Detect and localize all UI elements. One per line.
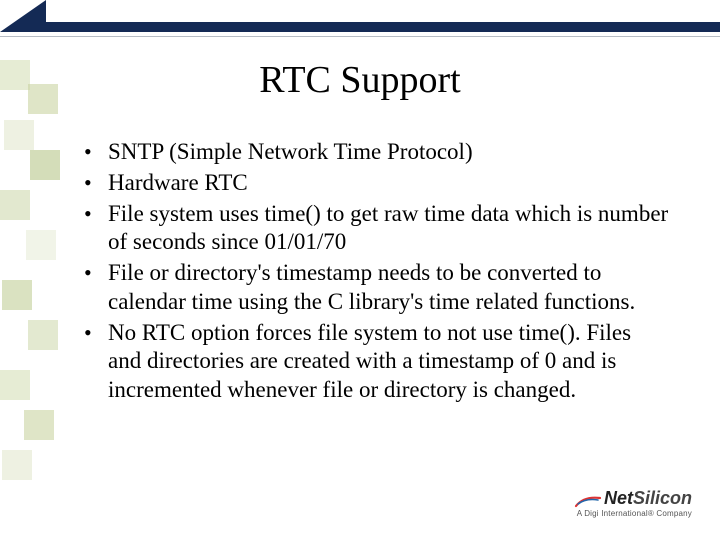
list-item: SNTP (Simple Network Time Protocol) <box>82 138 670 167</box>
slide-body: SNTP (Simple Network Time Protocol) Hard… <box>82 138 670 407</box>
header-rule <box>0 36 720 37</box>
list-item: No RTC option forces file system to not … <box>82 319 670 405</box>
brand-name: NetSilicon <box>574 488 692 509</box>
list-item: File or directory's timestamp needs to b… <box>82 259 670 317</box>
swoosh-icon <box>574 492 602 506</box>
brand-tagline: A Digi International® Company <box>574 509 692 518</box>
footer-logo: NetSilicon A Digi International® Company <box>574 488 692 518</box>
header-bar <box>36 22 720 32</box>
slide-title: RTC Support <box>0 58 720 102</box>
bullet-list: SNTP (Simple Network Time Protocol) Hard… <box>82 138 670 405</box>
list-item: File system uses time() to get raw time … <box>82 200 670 258</box>
list-item: Hardware RTC <box>82 169 670 198</box>
brand-left: Net <box>604 488 633 508</box>
brand-right: Silicon <box>633 488 692 508</box>
